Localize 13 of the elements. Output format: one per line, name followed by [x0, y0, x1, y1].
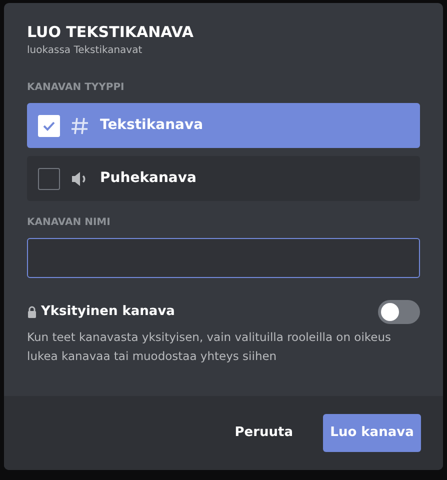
section-label: KANAVAN NIMI: [27, 216, 112, 230]
description-text: Kun teet kanavasta yksityisen, vain valituilla rooleilla on oikeus lukea kanavaa tai muodostaa yhteys siihen: [27, 329, 392, 365]
cancel-button[interactable]: Peruuta: [224, 415, 303, 451]
input-field[interactable]: [27, 238, 420, 278]
checkbox[interactable]: [38, 168, 60, 190]
channel-type-option[interactable]: Puhekanava: [27, 156, 420, 201]
dialog-subtitle: luokassa Tekstikanavat: [27, 44, 144, 58]
hash-icon: [70, 116, 90, 136]
toggle-switch[interactable]: [378, 300, 420, 324]
lock-icon: [27, 306, 37, 318]
section-label: KANAVAN TYYPPI: [27, 81, 126, 95]
dialog-title: LUO TEKSTIKANAVA: [27, 23, 194, 41]
private-label: Yksityinen kanava: [41, 303, 175, 322]
